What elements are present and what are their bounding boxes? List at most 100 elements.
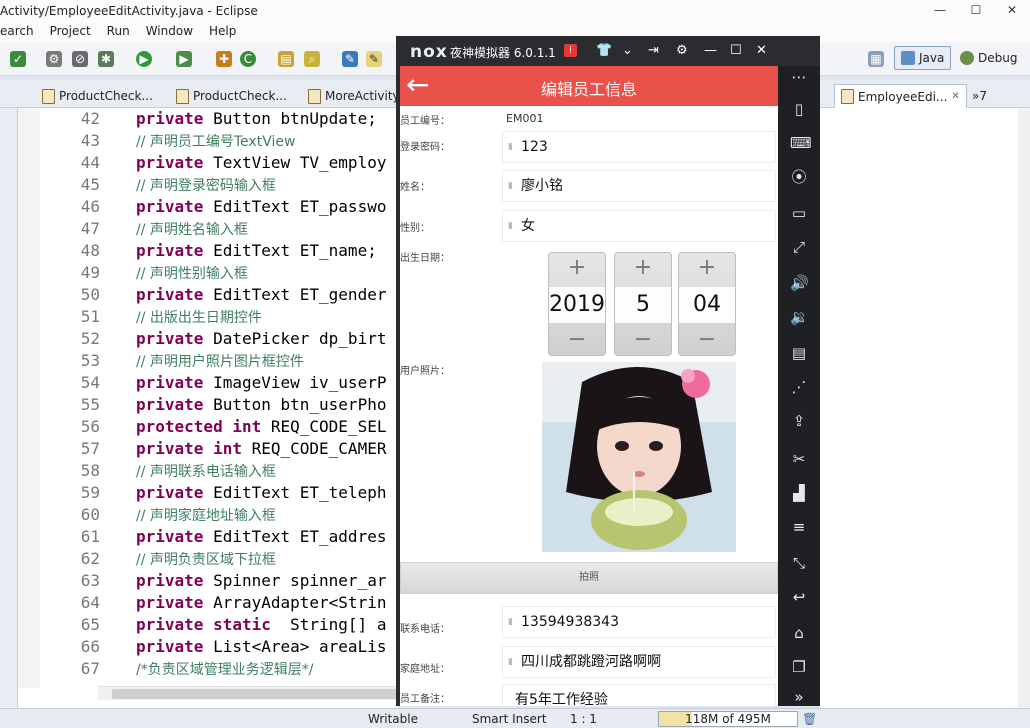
month-value[interactable]: 5 [615, 287, 671, 323]
recent-apps-icon[interactable]: ❐ [790, 658, 808, 676]
code-line[interactable]: private EditText ET_passwo [136, 196, 398, 218]
code-line[interactable]: private ArrayAdapter<Strin [136, 592, 398, 614]
open-perspective-icon[interactable]: ▦ [868, 51, 884, 67]
checkbox-icon[interactable]: ✓ [10, 51, 26, 67]
close-icon[interactable]: ✕ [756, 43, 767, 58]
screen-icon[interactable]: ▭ [790, 204, 808, 222]
open-folder-icon[interactable]: ▤ [278, 51, 294, 67]
code-line[interactable]: private DatePicker dp_birt [136, 328, 398, 350]
highlight-icon[interactable]: ✎ [366, 51, 382, 67]
new-class-icon[interactable]: C [240, 51, 256, 67]
keyboard-icon[interactable]: ⌨ [790, 134, 812, 152]
shirt-icon[interactable]: 👕 [596, 43, 612, 58]
editor-tab[interactable]: ProductCheck... [170, 84, 293, 108]
perspective-debug[interactable]: Debug [954, 46, 1023, 70]
year-picker[interactable]: + 2019 − [548, 252, 606, 356]
record-icon[interactable]: ▤ [790, 344, 808, 362]
code-line[interactable]: // 声明员工编号TextView [136, 130, 398, 152]
more-icon[interactable]: ⋯ [790, 68, 808, 86]
code-line[interactable]: private EditText ET_teleph [136, 482, 398, 504]
volume-up-icon[interactable]: 🔊 [790, 274, 809, 292]
location-icon[interactable]: ⦿ [790, 168, 808, 186]
menu-run[interactable]: Run [107, 24, 130, 42]
scissors-icon[interactable]: ✂ [790, 450, 808, 468]
maximize-button[interactable]: ☐ [958, 0, 994, 22]
editor-tab[interactable]: ProductCheck... [36, 84, 159, 108]
fullscreen-icon[interactable]: ⤢ [790, 238, 808, 256]
code-line[interactable]: // 声明性别输入框 [136, 262, 398, 284]
code-line[interactable]: // 声明姓名输入框 [136, 218, 398, 240]
run-icon[interactable]: ▶ [136, 51, 152, 67]
tool-icon[interactable]: ⚙ [46, 51, 62, 67]
code-editor[interactable]: 42 43 44 45 46 47 48 49 50 51 52 53 54 55 56 57 58 59 60 61… [18, 108, 398, 708]
warning-icon[interactable]: ! [564, 44, 577, 57]
code-line[interactable]: private static String[] a [136, 614, 398, 636]
note-field[interactable]: 有5年工作经验 [502, 684, 776, 706]
menu-help[interactable]: Help [209, 24, 236, 42]
code-line[interactable]: private Button btnUpdate; [136, 108, 398, 130]
month-picker[interactable]: + 5 − [614, 252, 672, 356]
address-field[interactable]: ▮ 四川成都跳蹬河路啊啊 [502, 646, 776, 678]
horizontal-scrollbar[interactable] [98, 686, 398, 700]
take-photo-button[interactable]: 拍照 [400, 562, 778, 594]
apk-icon[interactable]: ⇪ [790, 412, 808, 430]
code-line[interactable]: private Spinner spinner_ar [136, 570, 398, 592]
menu-project[interactable]: Project [50, 24, 91, 42]
code-line[interactable]: private EditText ET_addres [136, 526, 398, 548]
expand-icon[interactable]: » [790, 688, 808, 706]
password-field[interactable]: ▮ 123 [502, 131, 776, 163]
gender-field[interactable]: ▮ 女 [502, 210, 776, 242]
day-picker[interactable]: + 04 − [678, 252, 736, 356]
phone-field[interactable]: ▮ 13594938343 [502, 606, 776, 638]
code-line[interactable]: // 声明负责区域下拉框 [136, 548, 398, 570]
code-line[interactable]: // 声明联系电话输入框 [136, 460, 398, 482]
year-increment-button[interactable]: + [549, 253, 605, 283]
pin-icon[interactable]: ⇥ [648, 43, 659, 58]
right-editor-pane[interactable] [818, 108, 1030, 708]
tab-close-icon[interactable]: ✕ [951, 91, 959, 102]
vertical-scrollbar[interactable] [1018, 108, 1030, 708]
day-value[interactable]: 04 [679, 287, 735, 323]
menu-window[interactable]: Window [146, 24, 193, 42]
code-line[interactable]: private Button btn_userPho [136, 394, 398, 416]
annotation-icon[interactable]: ✎ [342, 51, 358, 67]
resize-icon[interactable]: ⤡ [790, 554, 808, 572]
minimize-button[interactable]: — [922, 0, 958, 22]
year-value[interactable]: 2019 [549, 287, 605, 323]
menu-search[interactable]: earch [0, 24, 34, 42]
code-line[interactable]: private EditText ET_gender [136, 284, 398, 306]
back-icon[interactable]: ↩ [790, 588, 808, 606]
day-increment-button[interactable]: + [679, 253, 735, 283]
run-external-icon[interactable]: ▶ [176, 51, 192, 67]
code-line[interactable]: /*负责区域管理业务逻辑层*/ [136, 658, 398, 680]
volume-down-icon[interactable]: 🔉 [790, 308, 809, 326]
menu-icon[interactable]: ≡ [790, 518, 808, 536]
editor-tab-active[interactable]: EmployeeEdi... ✕ [834, 84, 967, 108]
skip-icon[interactable]: ⊘ [72, 51, 88, 67]
heap-status[interactable]: 118M of 495M [658, 711, 798, 727]
multi-instance-icon[interactable]: ▟ [790, 484, 808, 502]
debug-icon[interactable]: ✱ [98, 51, 114, 67]
code-line[interactable]: // 声明登录密码输入框 [136, 174, 398, 196]
minimize-icon[interactable]: — [704, 43, 717, 58]
perspective-java[interactable]: Java [894, 46, 952, 70]
code-text[interactable]: private Button btnUpdate; // 声明员工编号TextVi… [136, 108, 398, 688]
code-line[interactable]: protected int REQ_CODE_SEL [136, 416, 398, 438]
month-decrement-button[interactable]: − [615, 325, 671, 355]
code-line[interactable]: private List<Area> areaLis [136, 636, 398, 658]
search-icon[interactable]: ⌕ [304, 51, 320, 67]
code-line[interactable]: // 声明用户照片图片框控件 [136, 350, 398, 372]
year-decrement-button[interactable]: − [549, 325, 605, 355]
tab-overflow[interactable]: »7 [966, 84, 993, 108]
chevron-down-icon[interactable]: ⌄ [622, 43, 633, 58]
code-line[interactable]: private EditText ET_name; [136, 240, 398, 262]
month-increment-button[interactable]: + [615, 253, 671, 283]
home-icon[interactable]: ⌂ [790, 624, 808, 642]
maximize-icon[interactable]: ☐ [730, 43, 742, 58]
code-line[interactable]: // 声明家庭地址输入框 [136, 504, 398, 526]
code-line[interactable]: private TextView TV_employ [136, 152, 398, 174]
code-line[interactable]: // 出版出生日期控件 [136, 306, 398, 328]
name-field[interactable]: ▮ 廖小铭 [502, 170, 776, 202]
trash-icon[interactable]: 🗑 [802, 712, 817, 726]
day-decrement-button[interactable]: − [679, 325, 735, 355]
